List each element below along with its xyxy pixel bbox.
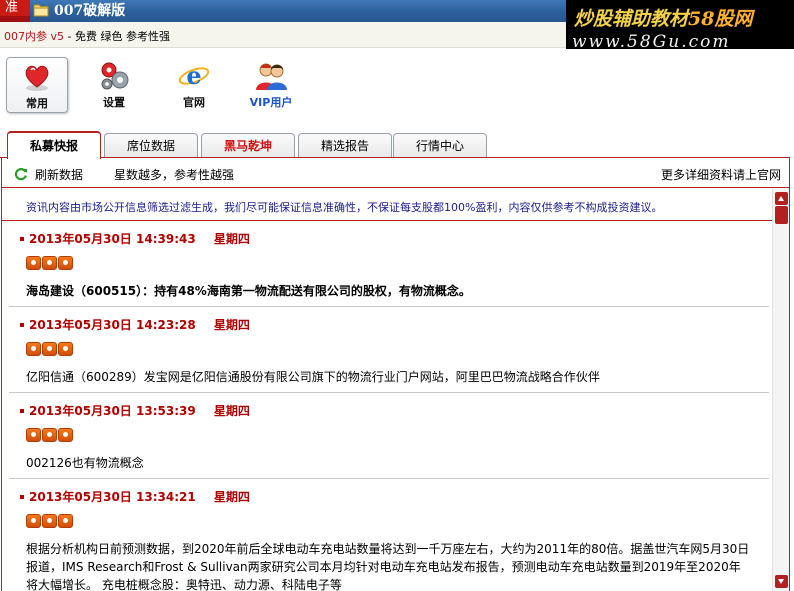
tab-dark-horse-label: 黑马乾坤 — [223, 139, 272, 153]
ie-icon: e — [178, 61, 210, 90]
disclaimer-text: 资讯内容由市场公开信息筛选过滤生成，我们尽可能保证信息准确性，不保证每支股都10… — [26, 201, 663, 214]
tab-market-center[interactable]: 行情中心 — [393, 133, 487, 158]
star-icon — [58, 342, 73, 356]
toolbar-settings-button[interactable]: 设置 — [83, 57, 145, 113]
refresh-icon[interactable] — [14, 167, 28, 181]
star-icon — [42, 514, 57, 528]
news-timestamp: 2013年05月30日 14:23:28 星期四 — [19, 316, 769, 332]
star-icon — [42, 256, 57, 270]
news-weekday: 星期四 — [213, 490, 250, 504]
subtitle-text: 007内参 v5 - 免费 绿色 参考性强 — [4, 28, 170, 44]
svg-text:e: e — [186, 61, 201, 90]
disclaimer: 资讯内容由市场公开信息筛选过滤生成，我们尽可能保证信息准确性，不保证每支股都10… — [2, 189, 772, 221]
star-icon — [58, 428, 73, 442]
star-icon — [42, 342, 57, 356]
star-rating — [26, 256, 769, 272]
watermark-site: 58股网 — [688, 8, 753, 30]
corner-tab[interactable]: 准 — [0, 0, 30, 22]
info-bar: 刷新数据 星数越多，参考性越强 更多详细资料请上官网 — [2, 158, 789, 188]
news-time: 13:34:21 — [136, 490, 196, 504]
title-bar[interactable]: 准 007破解版 — [0, 0, 566, 22]
app-window: 准 007破解版 炒股辅助教材58股网 www.58Gu.com 007内参 v… — [0, 0, 794, 591]
tab-bar: 私募快报 席位数据 黑马乾坤 精选报告 行情中心 — [0, 131, 794, 159]
brand-tagline: - 免费 绿色 参考性强 — [64, 30, 170, 43]
star-icon — [26, 514, 41, 528]
tab-market-center-label: 行情中心 — [415, 139, 464, 153]
vertical-scrollbar[interactable] — [772, 189, 789, 591]
toolbar-website-button[interactable]: e 官网 — [163, 57, 225, 113]
news-text: 根据分析机构日前预测数据，到2020年前后全球电动车充电站数量将达到一千万座左右… — [26, 542, 750, 591]
official-site-link[interactable]: 更多详细资料请上官网 — [661, 166, 781, 183]
tab-private-news[interactable]: 私募快报 — [7, 131, 101, 159]
tab-selected-reports-label: 精选报告 — [320, 139, 369, 153]
star-icon — [26, 256, 41, 270]
toolbar-vip-label: VIP用户 — [249, 96, 293, 109]
news-text: 亿阳信通（600289）发宝网是亿阳信通股份有限公司旗下的物流行业门户网站，阿里… — [26, 370, 600, 384]
stars-note: 星数越多，参考性越强 — [114, 168, 235, 182]
toolbar: 常用 设置 e 官网 VIP用户 — [0, 49, 794, 124]
folder-icon — [33, 4, 49, 17]
news-timestamp: 2013年05月30日 13:34:21 星期四 — [19, 488, 769, 504]
users-icon — [256, 63, 287, 90]
scroll-up-button[interactable] — [775, 192, 788, 205]
news-item: 2013年05月30日 13:53:39 星期四 002126也有物流概念 — [19, 402, 769, 472]
news-time: 13:53:39 — [136, 404, 196, 418]
star-icon — [26, 342, 41, 356]
tab-seat-data[interactable]: 席位数据 — [104, 133, 198, 158]
news-date: 2013年05月30日 — [29, 232, 132, 246]
corner-tab-label: 准 — [5, 0, 19, 15]
news-time: 14:39:43 — [136, 232, 196, 246]
news-text: 002126也有物流概念 — [26, 456, 144, 470]
news-weekday: 星期四 — [213, 404, 250, 418]
tab-selected-reports[interactable]: 精选报告 — [298, 133, 392, 158]
news-timestamp: 2013年05月30日 14:39:43 星期四 — [19, 230, 769, 246]
news-timestamp: 2013年05月30日 13:53:39 星期四 — [19, 402, 769, 418]
news-item: 2013年05月30日 13:34:21 星期四 根据分析机构日前预测数据，到2… — [19, 488, 769, 591]
heart-icon — [25, 65, 49, 91]
gears-icon — [101, 62, 129, 90]
star-rating — [26, 514, 769, 530]
content-panel: 刷新数据 星数越多，参考性越强 更多详细资料请上官网 资讯内容由市场公开信息筛选… — [1, 158, 790, 591]
star-rating — [26, 342, 769, 358]
window-title: 007破解版 — [54, 3, 126, 19]
news-divider — [9, 392, 769, 393]
watermark-line1: 炒股辅助教材58股网 — [574, 4, 752, 31]
news-divider — [9, 478, 769, 479]
news-divider — [9, 306, 769, 307]
news-time: 14:23:28 — [136, 318, 196, 332]
news-item: 2013年05月30日 14:23:28 星期四 亿阳信通（600289）发宝网… — [19, 316, 769, 386]
scroll-thumb[interactable] — [775, 206, 788, 224]
toolbar-website-label: 官网 — [183, 96, 205, 109]
star-rating — [26, 428, 769, 444]
news-weekday: 星期四 — [213, 318, 250, 332]
news-list[interactable]: 资讯内容由市场公开信息筛选过滤生成，我们尽可能保证信息准确性，不保证每支股都10… — [2, 189, 772, 591]
toolbar-common-button[interactable]: 常用 — [6, 57, 68, 113]
news-date: 2013年05月30日 — [29, 318, 132, 332]
star-icon — [58, 256, 73, 270]
star-icon — [42, 428, 57, 442]
refresh-button[interactable]: 刷新数据 — [35, 166, 83, 183]
star-icon — [26, 428, 41, 442]
news-weekday: 星期四 — [213, 232, 250, 246]
tab-dark-horse[interactable]: 黑马乾坤 — [201, 133, 295, 158]
toolbar-common-label: 常用 — [26, 97, 48, 110]
toolbar-vip-button[interactable]: VIP用户 — [240, 57, 302, 113]
subtitle-bar: 007内参 v5 - 免费 绿色 参考性强 — [0, 22, 566, 48]
news-text: 海岛建设（600515）：持有48%海南第一物流配送有限公司的股权，有物流概念。 — [26, 284, 471, 298]
watermark-prefix: 炒股辅助教材 — [574, 8, 689, 30]
news-date: 2013年05月30日 — [29, 404, 132, 418]
scroll-down-button[interactable] — [775, 575, 788, 588]
news-date: 2013年05月30日 — [29, 490, 132, 504]
toolbar-settings-label: 设置 — [103, 96, 125, 109]
star-icon — [58, 514, 73, 528]
tab-seat-data-label: 席位数据 — [126, 139, 175, 153]
tab-private-news-label: 私募快报 — [29, 139, 78, 153]
brand-name: 007内参 v5 — [4, 30, 65, 43]
news-item: 2013年05月30日 14:39:43 星期四 海岛建设（600515）：持有… — [19, 230, 769, 300]
